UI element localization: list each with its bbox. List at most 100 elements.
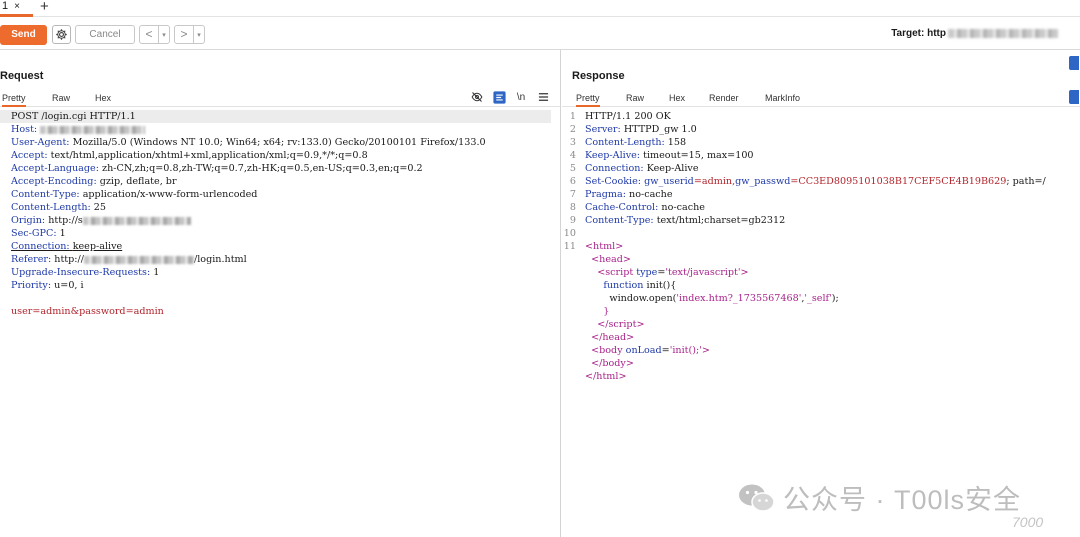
code-token: onLoad (625, 345, 662, 356)
code-token: </ (585, 319, 609, 330)
code-line: Content-Length: 25 (11, 201, 106, 214)
cancel-button[interactable]: Cancel (75, 25, 135, 44)
code-line: POST /login.cgi HTTP/1.1 (11, 110, 136, 123)
code-token: Sec-GPC: (11, 228, 60, 239)
code-line: <script type='text/javascript'> (585, 266, 749, 279)
code-line: <html> (585, 240, 623, 253)
code-token: Accept-Encoding: (11, 176, 100, 187)
newline-icon[interactable]: \n (514, 90, 528, 104)
code-token: Content-Length: (585, 137, 668, 148)
code-token: zh-CN,zh;q=0.8,zh-TW;q=0.7,zh-HK;q=0.5,e… (102, 163, 423, 174)
tab-markinfo[interactable]: MarkInfo (765, 93, 800, 103)
format-icon[interactable] (1069, 90, 1079, 104)
code-token: <head> (585, 254, 631, 265)
code-token: no-cache (661, 202, 705, 213)
code-token: 'text/javascript' (665, 267, 741, 278)
code-line: Content-Type: text/html;charset=gb2312 (585, 214, 785, 227)
code-line: <head> (585, 253, 631, 266)
gear-icon[interactable] (52, 25, 71, 44)
code-token: ); (831, 293, 839, 304)
watermark-text: 公众号 · T00ls安全 (783, 485, 1022, 515)
code-token: Server: (585, 124, 624, 135)
menu-icon[interactable] (536, 90, 550, 104)
code-token: </head> (585, 332, 635, 343)
code-line: User-Agent: Mozilla/5.0 (Windows NT 10.0… (11, 136, 486, 149)
code-line: </html> (585, 370, 627, 383)
line-number: 11 (563, 241, 576, 252)
code-token: Connection: (585, 163, 647, 174)
tab-raw[interactable]: Raw (52, 93, 70, 103)
format-icon[interactable] (492, 90, 506, 104)
tab-hex[interactable]: Hex (95, 93, 111, 103)
code-token: Content-Length: (11, 202, 94, 213)
line-number: 8 (569, 202, 576, 213)
code-line: </script> (585, 318, 644, 331)
line-number: 1 (569, 111, 576, 122)
chevron-down-icon[interactable]: ▾ (159, 31, 169, 39)
tab-label: 1 (2, 0, 9, 12)
code-token: } (585, 306, 610, 317)
code-token: 1 (59, 228, 66, 239)
code-token: User-Agent: (11, 137, 73, 148)
code-line: Sec-GPC: 1 (11, 227, 66, 240)
code-token: 158 (667, 137, 687, 148)
close-tab-icon[interactable]: × (14, 1, 20, 12)
send-button[interactable]: Send (0, 25, 47, 45)
code-token: Pragma: (585, 189, 630, 200)
code-token: Cache-Control: (585, 202, 662, 213)
code-token: 'index.htm?_1735567468' (676, 293, 802, 304)
code-token: init(){ (643, 280, 677, 291)
code-token: Content-Type: (11, 189, 83, 200)
code-line: HTTP/1.1 200 OK (585, 110, 671, 123)
code-token: POST /login.cgi HTTP/1.1 (11, 111, 136, 122)
code-token: no-cache (629, 189, 673, 200)
code-line: function init(){ (585, 279, 676, 292)
code-token: > (740, 267, 749, 278)
inspector-toggle-icon[interactable] (1069, 56, 1079, 70)
code-token: 25 (93, 202, 107, 213)
code-line: Content-Type: application/x-www-form-url… (11, 188, 257, 201)
code-token: text/html;charset=gb2312 (656, 215, 786, 226)
tab-pretty[interactable]: Pretty (2, 93, 26, 107)
forward-button[interactable]: > ▾ (174, 25, 205, 44)
code-line: Priority: u=0, i (11, 279, 84, 292)
tab-raw[interactable]: Raw (626, 93, 644, 103)
code-token: '_self' (804, 293, 832, 304)
code-token: gw_userid (644, 176, 694, 187)
code-token: Keep-Alive (646, 163, 699, 174)
code-token: Referer: (11, 254, 55, 265)
code-line: Keep-Alive: timeout=15, max=100 (585, 149, 754, 162)
code-token: Origin: (11, 215, 49, 226)
code-token: type (636, 267, 658, 278)
code-line: window.open('index.htm?_1735567468','_se… (585, 292, 839, 305)
code-token: > (701, 345, 710, 356)
redacted-text (40, 125, 146, 134)
back-button[interactable]: < ▾ (139, 25, 170, 44)
code-token: function (603, 280, 644, 291)
repeater-tab-1[interactable]: 1 × (0, 0, 33, 17)
chevron-left-icon: < (140, 26, 159, 43)
code-token: Priority: (11, 280, 55, 291)
code-token: <html> (585, 241, 624, 252)
hide-eye-icon[interactable] (470, 90, 484, 104)
redacted-host (948, 28, 1058, 38)
code-token: http:// (54, 254, 84, 265)
code-line: Pragma: no-cache (585, 188, 673, 201)
code-token: gw_passwd (735, 176, 791, 187)
toolbar: Send Cancel < ▾ > ▾ Target: http (0, 17, 1080, 50)
watermark: 公众号 · T00ls安全 (737, 478, 1021, 517)
tab-pretty[interactable]: Pretty (576, 93, 600, 107)
target-host[interactable]: Target: http (891, 28, 1058, 39)
code-line: <body onLoad='init();'> (585, 344, 710, 357)
code-token: Set-Cookie: (585, 176, 645, 187)
code-token: HTTP/1.1 200 OK (585, 111, 671, 122)
tab-render[interactable]: Render (709, 93, 739, 103)
add-tab-icon[interactable]: + (40, 0, 49, 15)
code-line: Cache-Control: no-cache (585, 201, 705, 214)
chevron-down-icon[interactable]: ▾ (194, 31, 204, 39)
code-line: user=admin&password=admin (11, 305, 164, 318)
tab-hex[interactable]: Hex (669, 93, 685, 103)
code-token: Keep-Alive: (585, 150, 644, 161)
code-token: <script (585, 267, 637, 278)
request-editor-actions: \n (470, 90, 550, 104)
